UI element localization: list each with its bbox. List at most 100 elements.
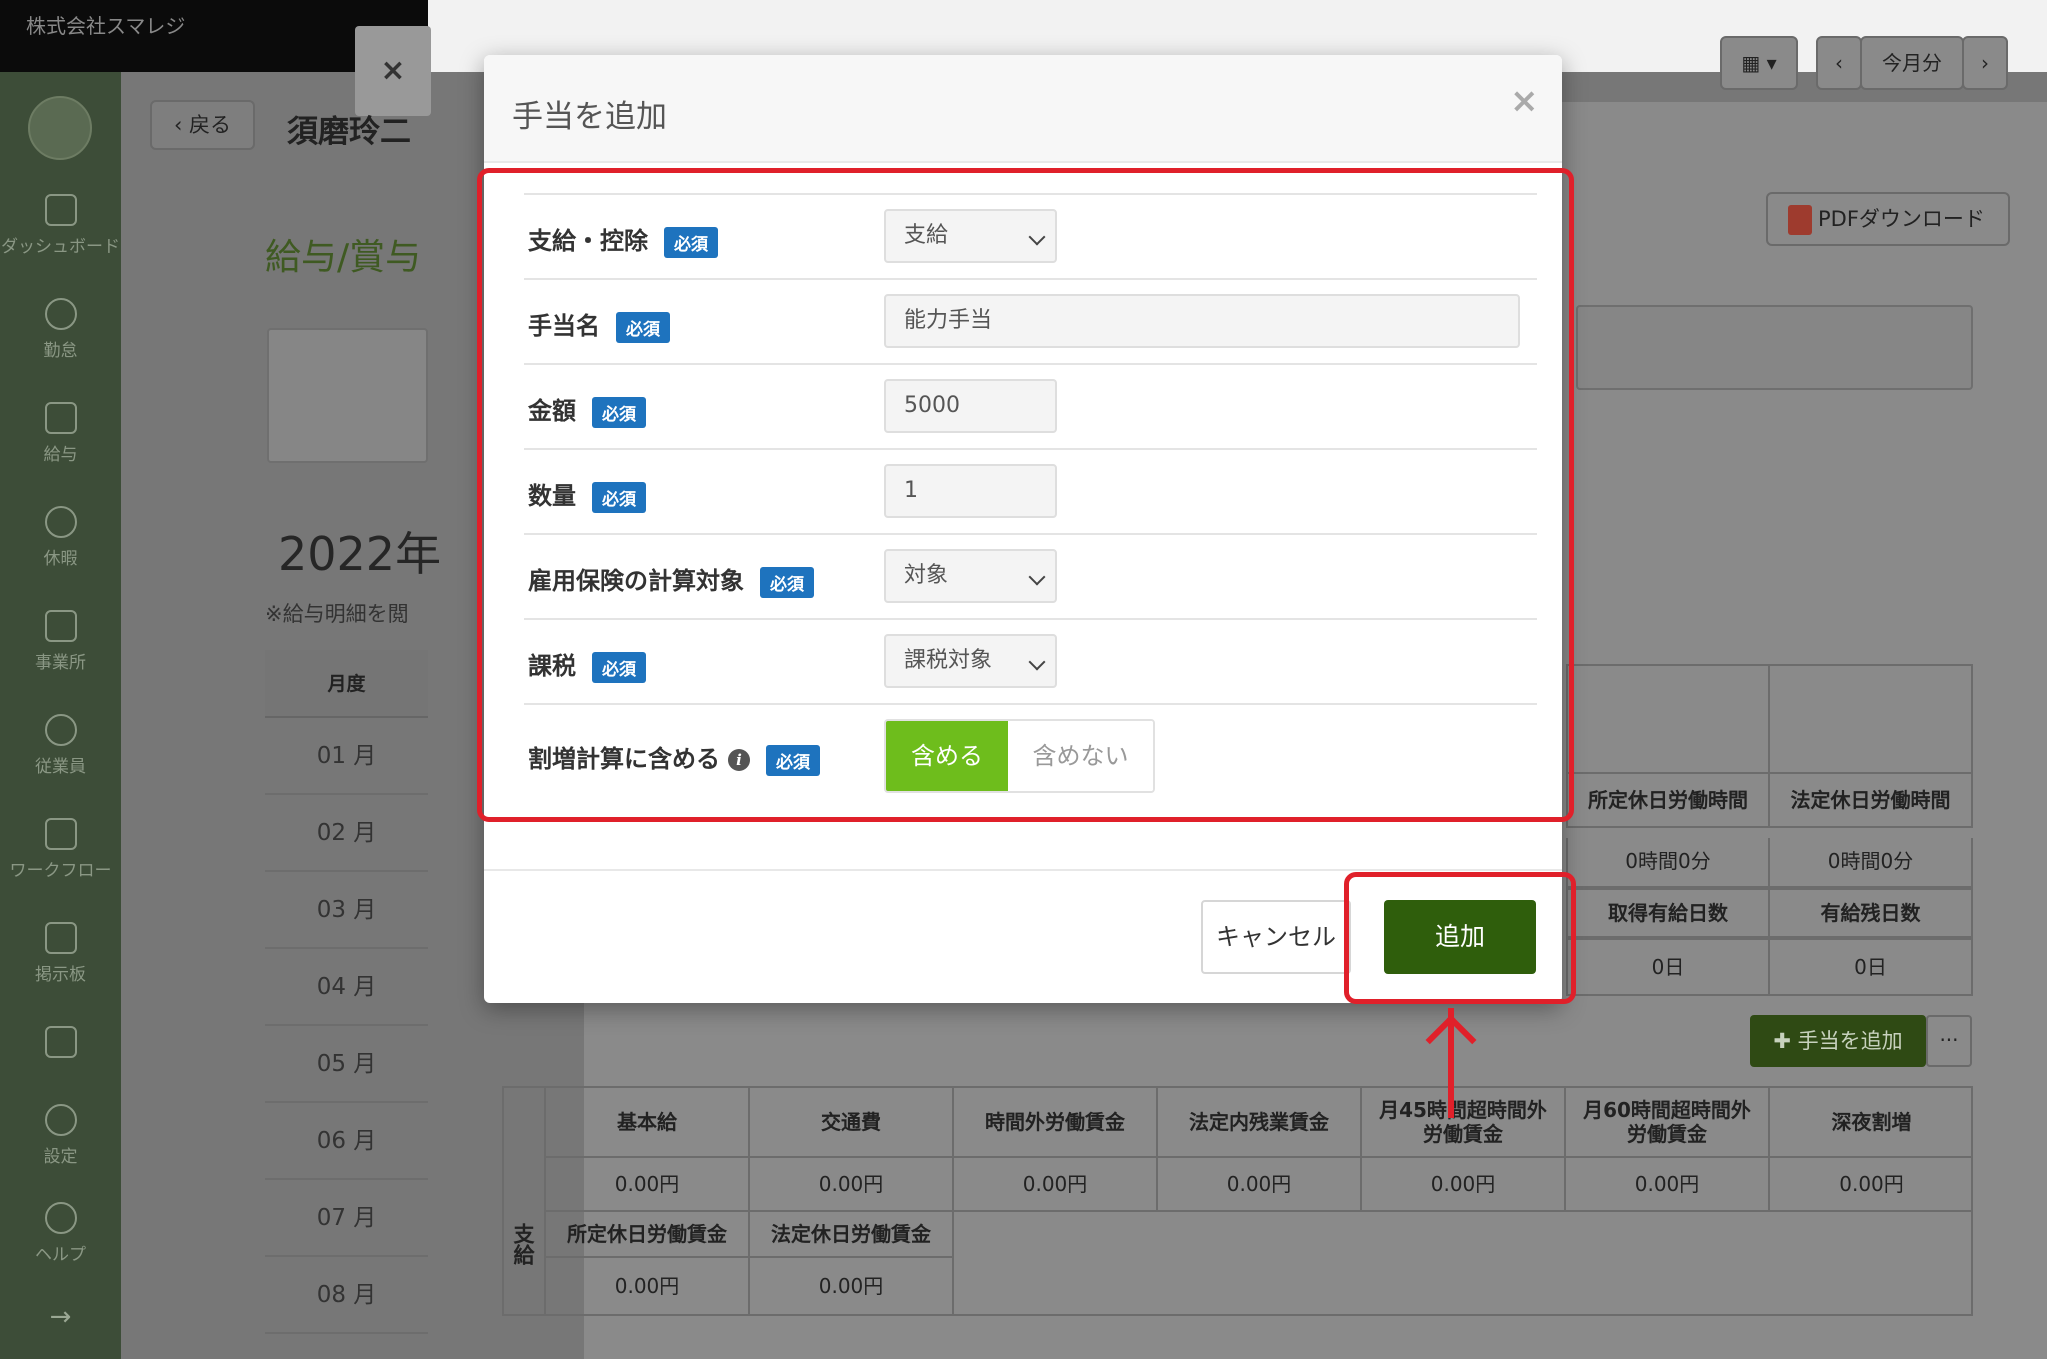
sidebar-item-help[interactable]: ヘルプ: [0, 1190, 121, 1294]
avatar[interactable]: [28, 96, 92, 160]
form-row-pay-type: 支給・控除 必須 支給: [524, 193, 1537, 278]
info-icon[interactable]: i: [728, 749, 750, 771]
field-label-text: 手当名: [528, 312, 600, 340]
dropdown-caret: ▾: [1766, 51, 1777, 75]
sidebar-item-label: ダッシュボード: [1, 237, 120, 257]
required-badge: 必須: [616, 311, 670, 343]
section-title: 給与/賞与: [265, 237, 422, 278]
calendar-button[interactable]: ▦ ▾: [1720, 36, 1798, 90]
stat-value: 0日: [1566, 938, 1770, 996]
year-title: 2022年: [278, 527, 442, 581]
table-cell: 0.00円: [546, 1258, 750, 1314]
back-button[interactable]: ‹ 戻る: [150, 100, 255, 150]
list-item[interactable]: 06 月: [265, 1103, 428, 1180]
add-allowance-modal: 手当を追加 × 支給・控除 必須 支給 手当名 必須 能力手当 金額 必須 5000 …: [484, 55, 1562, 1003]
field-label: 課税 必須: [528, 646, 646, 683]
sidebar-item-attendance[interactable]: 勤怠: [0, 286, 121, 390]
pay-type-select[interactable]: 支給: [884, 209, 1057, 263]
field-label-text: 金額: [528, 397, 576, 425]
include-option[interactable]: 含める: [886, 721, 1008, 791]
sidebar-item-leave[interactable]: 休暇: [0, 494, 121, 598]
sidebar-expand-icon[interactable]: →: [0, 1302, 121, 1332]
sidebar-item-label: ワークフロー: [9, 861, 112, 881]
home-icon: [44, 610, 77, 642]
taxation-select[interactable]: 課税対象: [884, 634, 1057, 688]
current-month-button[interactable]: 今月分: [1860, 36, 1964, 90]
chevron-down-icon: [1028, 228, 1046, 246]
table-header-cell: 時間外労働賃金: [954, 1088, 1158, 1158]
modal-header: 手当を追加 ×: [484, 55, 1562, 163]
required-badge: 必須: [766, 744, 820, 776]
sidebar-item-dashboard[interactable]: ダッシュボード: [0, 182, 121, 286]
stat-empty: [1566, 664, 1770, 774]
pdf-icon: [1788, 205, 1812, 235]
cancel-button[interactable]: キャンセル: [1201, 900, 1351, 974]
chevron-down-icon: [1028, 653, 1046, 671]
field-label-text: 数量: [528, 482, 576, 510]
next-month-button[interactable]: ›: [1962, 36, 2008, 90]
sidebar-item-label: 掲示板: [35, 965, 86, 985]
table-header-cell: 法定内残業賃金: [1158, 1088, 1362, 1158]
list-item[interactable]: 07 月: [265, 1180, 428, 1257]
sidebar-item-label: 事業所: [35, 653, 86, 673]
help-icon: [44, 1202, 77, 1234]
sidebar-item-label: 従業員: [35, 757, 86, 777]
employment-insurance-select[interactable]: 対象: [884, 549, 1057, 603]
close-icon[interactable]: ×: [1510, 81, 1539, 121]
panel-close-button[interactable]: ×: [355, 26, 431, 116]
employment-insurance-value: 対象: [904, 563, 949, 588]
add-button[interactable]: 追加: [1384, 900, 1536, 974]
list-item[interactable]: 03 月: [265, 872, 428, 949]
field-label: 手当名 必須: [528, 306, 670, 343]
pay-side-label: 支給: [504, 1088, 546, 1314]
sidebar-item-board[interactable]: 掲示板: [0, 910, 121, 1014]
amount-input[interactable]: 5000: [884, 379, 1057, 433]
company-name: 株式会社スマレジ: [26, 14, 186, 38]
table-cell: 0.00円: [750, 1158, 954, 1212]
note-text: ※給与明細を閲: [265, 602, 409, 626]
table-header-cell: 基本給: [546, 1088, 750, 1158]
table-header-cell: 法定休日労働賃金: [750, 1212, 954, 1258]
calculator-icon: [44, 402, 77, 434]
list-item[interactable]: 05 月: [265, 1026, 428, 1103]
sidebar-item-office[interactable]: 事業所: [0, 598, 121, 702]
dashboard-icon: [44, 194, 77, 226]
form-row-amount: 金額 必須 5000: [524, 363, 1537, 448]
stat-value: 0時間0分: [1768, 838, 1973, 888]
sidebar-item-label: ヘルプ: [35, 1245, 86, 1265]
field-label: 金額 必須: [528, 391, 646, 428]
allowance-name-input[interactable]: 能力手当: [884, 294, 1520, 348]
stat-value: 0時間0分: [1566, 838, 1770, 888]
stat-header: 法定休日労働時間: [1768, 772, 1973, 828]
field-label-text: 割増計算に含める: [528, 745, 720, 773]
info-box: [1576, 305, 1973, 390]
board-icon: [44, 922, 77, 954]
flag-icon: [44, 1026, 77, 1058]
sidebar-item-employees[interactable]: 従業員: [0, 702, 121, 806]
exclude-option[interactable]: 含めない: [1008, 721, 1153, 791]
sidebar-item-label: 設定: [43, 1147, 78, 1167]
form-row-employment-insurance: 雇用保険の計算対象 必須 対象: [524, 533, 1537, 618]
prev-month-button[interactable]: ‹: [1816, 36, 1862, 90]
add-allowance-button[interactable]: ✚ 手当を追加: [1750, 1015, 1926, 1067]
clock-icon: [44, 298, 77, 330]
calendar-icon: ▦: [1741, 51, 1761, 75]
quantity-input[interactable]: 1: [884, 464, 1057, 518]
pdf-download-button[interactable]: PDFダウンロード: [1766, 192, 2010, 246]
list-item[interactable]: 08 月: [265, 1257, 428, 1334]
stat-header: 有給残日数: [1768, 888, 1973, 938]
stat-value: 0日: [1768, 938, 1973, 996]
table-cell: 0.00円: [1770, 1158, 1973, 1212]
modal-title: 手当を追加: [512, 99, 667, 135]
field-label: 雇用保険の計算対象 必須: [528, 561, 814, 598]
list-item[interactable]: 04 月: [265, 949, 428, 1026]
sidebar-item-workflow[interactable]: ワークフロー: [0, 806, 121, 910]
list-item[interactable]: 01 月: [265, 718, 428, 795]
list-item[interactable]: 02 月: [265, 795, 428, 872]
sidebar-item-label: 休暇: [43, 549, 78, 569]
form-row-quantity: 数量 必須 1: [524, 448, 1537, 533]
sidebar-item-settings[interactable]: 設定: [0, 1092, 121, 1196]
more-options-button[interactable]: ···: [1926, 1015, 1972, 1067]
month-header: 月度: [265, 650, 428, 718]
sidebar-item-payroll[interactable]: 給与: [0, 390, 121, 494]
